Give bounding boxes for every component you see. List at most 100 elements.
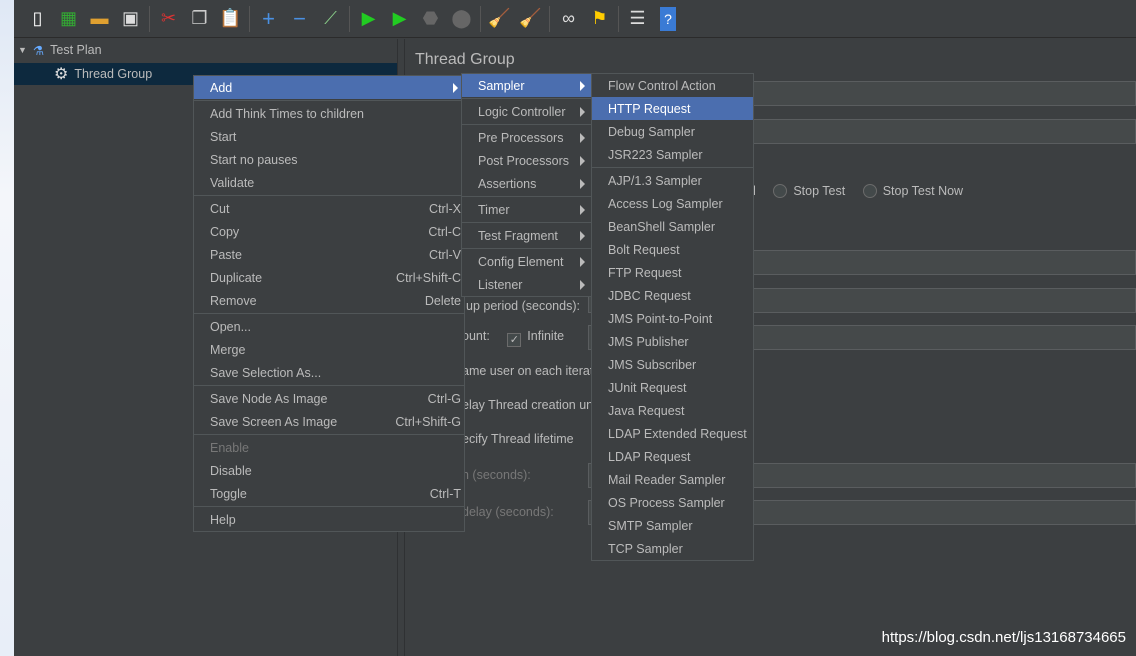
menu-separator <box>462 196 591 197</box>
menu-item-merge[interactable]: Merge <box>194 338 464 361</box>
paste-icon[interactable]: 📋 <box>215 4 246 34</box>
stop-icon[interactable]: ⬣ <box>415 4 446 34</box>
menu-item-start[interactable]: Start <box>194 125 464 148</box>
help-icon[interactable]: ? <box>660 6 676 31</box>
menu-item-label: Duplicate <box>210 270 263 285</box>
menu-item-validate[interactable]: Validate <box>194 171 464 194</box>
menu-item-label: Debug Sampler <box>608 124 695 139</box>
menu-item-open[interactable]: Open... <box>194 315 464 338</box>
open-icon[interactable]: ▬ <box>84 4 115 34</box>
menu-item-start-no-pauses[interactable]: Start no pauses <box>194 148 464 171</box>
menu-item-os-process-sampler[interactable]: OS Process Sampler <box>592 491 753 514</box>
stop-test-now-radio[interactable]: Stop Test Now <box>862 184 963 198</box>
delay-thread-checkbox[interactable]: elay Thread creation unt <box>462 398 597 412</box>
menu-item-tcp-sampler[interactable]: TCP Sampler <box>592 537 753 560</box>
menu-item-config-element[interactable]: Config Element <box>462 250 591 273</box>
menu-item-ajp-1-3-sampler[interactable]: AJP/1.3 Sampler <box>592 169 753 192</box>
same-user-checkbox[interactable]: ame user on each iterat <box>462 364 593 378</box>
menu-item-label: Flow Control Action <box>608 78 716 93</box>
menu-item-http-request[interactable]: HTTP Request <box>592 97 753 120</box>
menu-item-add[interactable]: Add <box>194 76 464 99</box>
shortcut-label: Ctrl-G <box>427 391 461 406</box>
menu-item-beanshell-sampler[interactable]: BeanShell Sampler <box>592 215 753 238</box>
menu-separator <box>194 434 464 435</box>
menu-item-save-node-as-image[interactable]: Save Node As Image Ctrl-G <box>194 387 464 410</box>
menu-item-save-screen-as-image[interactable]: Save Screen As Image Ctrl+Shift-G <box>194 410 464 433</box>
toolbar: ▯ ▦ ▬ ▣ ✂ ❐ 📋 + − ⟋ ▶ ▶ ⬣ ⬤ 🧹 🧹 ∞ ⚑ ☰ ? <box>14 0 1136 38</box>
toggle-icon[interactable]: ⟋ <box>315 4 346 34</box>
startup-delay-label: delay (seconds): <box>462 505 554 519</box>
menu-item-access-log-sampler[interactable]: Access Log Sampler <box>592 192 753 215</box>
menu-item-ldap-request[interactable]: LDAP Request <box>592 445 753 468</box>
collapse-icon[interactable]: − <box>284 4 315 34</box>
expand-arrow-icon[interactable]: ▼ <box>18 45 27 55</box>
function-helper-icon[interactable]: ☰ <box>622 4 653 34</box>
menu-item-enable[interactable]: Enable <box>194 436 464 459</box>
menu-item-timer[interactable]: Timer <box>462 198 591 221</box>
menu-item-post-processors[interactable]: Post Processors <box>462 149 591 172</box>
menu-item-smtp-sampler[interactable]: SMTP Sampler <box>592 514 753 537</box>
toolbar-separator <box>549 5 550 32</box>
watermark: https://blog.csdn.net/ljs13168734665 <box>881 629 1126 646</box>
menu-item-bolt-request[interactable]: Bolt Request <box>592 238 753 261</box>
menu-item-jms-subscriber[interactable]: JMS Subscriber <box>592 353 753 376</box>
expand-icon[interactable]: + <box>253 4 284 34</box>
infinite-checkbox[interactable]: ✓ Infinite <box>507 329 564 347</box>
menu-item-java-request[interactable]: Java Request <box>592 399 753 422</box>
menu-item-sampler[interactable]: Sampler <box>462 74 591 97</box>
menu-item-flow-control-action[interactable]: Flow Control Action <box>592 74 753 97</box>
menu-item-label: Open... <box>210 319 251 334</box>
flask-icon: ⚗ <box>32 43 45 58</box>
menu-item-remove[interactable]: Remove Delete <box>194 289 464 312</box>
cut-icon[interactable]: ✂ <box>153 4 184 34</box>
menu-item-label: SMTP Sampler <box>608 518 693 533</box>
menu-item-help[interactable]: Help <box>194 508 464 531</box>
specify-lifetime-checkbox[interactable]: ecify Thread lifetime <box>462 432 574 446</box>
menu-item-cut[interactable]: Cut Ctrl-X <box>194 197 464 220</box>
start-icon[interactable]: ▶ <box>353 4 384 34</box>
menu-item-ldap-extended-request[interactable]: LDAP Extended Request <box>592 422 753 445</box>
tree-node-test-plan[interactable]: ▼ ⚗ Test Plan <box>18 39 102 61</box>
menu-item-label: Remove <box>210 293 257 308</box>
menu-item-duplicate[interactable]: Duplicate Ctrl+Shift-C <box>194 266 464 289</box>
menu-item-debug-sampler[interactable]: Debug Sampler <box>592 120 753 143</box>
menu-item-label: Validate <box>210 175 255 190</box>
menu-item-jms-point-to-point[interactable]: JMS Point-to-Point <box>592 307 753 330</box>
menu-item-jdbc-request[interactable]: JDBC Request <box>592 284 753 307</box>
menu-item-jms-publisher[interactable]: JMS Publisher <box>592 330 753 353</box>
menu-item-label: Start no pauses <box>210 152 298 167</box>
shortcut-label: Ctrl+Shift-G <box>395 414 461 429</box>
search-icon[interactable]: ∞ <box>553 4 584 34</box>
menu-item-listener[interactable]: Listener <box>462 273 591 296</box>
menu-item-junit-request[interactable]: JUnit Request <box>592 376 753 399</box>
clear-icon[interactable]: 🧹 <box>484 4 515 34</box>
menu-item-mail-reader-sampler[interactable]: Mail Reader Sampler <box>592 468 753 491</box>
clear-all-icon[interactable]: 🧹 <box>515 4 546 34</box>
start-no-pauses-icon[interactable]: ▶ <box>384 4 415 34</box>
sampler-submenu: Flow Control Action HTTP Request Debug Sam… <box>591 73 754 561</box>
menu-item-save-selection-as[interactable]: Save Selection As... <box>194 361 464 384</box>
shutdown-icon[interactable]: ⬤ <box>446 4 477 34</box>
templates-icon[interactable]: ▦ <box>53 4 84 34</box>
new-icon[interactable]: ▯ <box>22 4 53 34</box>
menu-item-disable[interactable]: Disable <box>194 459 464 482</box>
menu-item-toggle[interactable]: Toggle Ctrl-T <box>194 482 464 505</box>
menu-separator <box>194 385 464 386</box>
menu-item-test-fragment[interactable]: Test Fragment <box>462 224 591 247</box>
menu-item-paste[interactable]: Paste Ctrl-V <box>194 243 464 266</box>
menu-item-ftp-request[interactable]: FTP Request <box>592 261 753 284</box>
save-icon[interactable]: ▣ <box>115 4 146 34</box>
menu-item-label: BeanShell Sampler <box>608 219 716 234</box>
menu-item-copy[interactable]: Copy Ctrl-C <box>194 220 464 243</box>
reset-search-icon[interactable]: ⚑ <box>584 4 615 34</box>
menu-item-jsr223-sampler[interactable]: JSR223 Sampler <box>592 143 753 166</box>
copy-icon[interactable]: ❐ <box>184 4 215 34</box>
menu-item-pre-processors[interactable]: Pre Processors <box>462 126 591 149</box>
menu-item-logic-controller[interactable]: Logic Controller <box>462 100 591 123</box>
menu-item-assertions[interactable]: Assertions <box>462 172 591 195</box>
stop-test-radio[interactable]: Stop Test <box>773 184 845 198</box>
menu-item-label: FTP Request <box>608 265 682 280</box>
loop-count-label: ount: ✓ Infinite <box>462 329 565 347</box>
menu-item-label: Enable <box>210 440 249 455</box>
menu-item-add-think-times-to-children[interactable]: Add Think Times to children <box>194 102 464 125</box>
